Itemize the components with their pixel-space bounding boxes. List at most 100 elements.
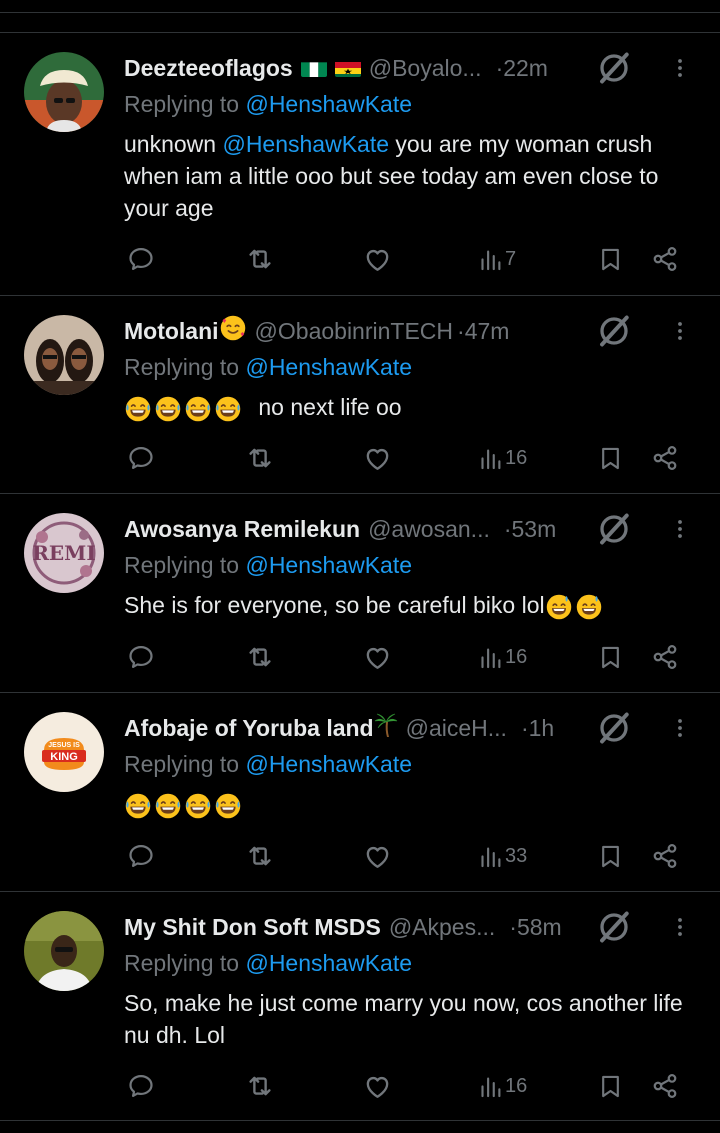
bookmark-button[interactable]	[597, 1066, 624, 1106]
replying-label: Replying to	[124, 354, 246, 380]
like-button[interactable]	[363, 637, 392, 677]
display-name[interactable]: Motolani	[124, 318, 219, 345]
joy-emoji-icon	[124, 792, 152, 820]
reply-button[interactable]	[127, 239, 155, 279]
mention-link[interactable]: @HenshawKate	[222, 131, 389, 157]
views-count: 16	[505, 1074, 528, 1097]
display-name[interactable]: My Shit Don Soft MSDS	[124, 914, 381, 941]
more-icon[interactable]	[668, 313, 692, 349]
replying-to: Replying to @HenshawKate	[124, 950, 412, 977]
display-name[interactable]: Afobaje of Yoruba land	[124, 715, 374, 742]
sweat-smile-emoji-icon	[575, 593, 603, 621]
tweet-text-part: unknown	[124, 131, 223, 157]
share-button[interactable]	[651, 836, 679, 876]
user-handle[interactable]: @aiceH...	[406, 715, 507, 742]
views-button[interactable]: 16	[478, 637, 527, 677]
more-icon[interactable]	[668, 511, 692, 547]
tweet-text: no next life oo	[124, 391, 704, 423]
grok-icon[interactable]	[596, 511, 632, 547]
bookmark-button[interactable]	[597, 239, 624, 279]
grok-icon[interactable]	[596, 710, 632, 746]
reply-tweet[interactable]: JESUS IS KING Afobaje of Yoruba land @ai…	[0, 693, 720, 891]
more-icon[interactable]	[668, 50, 692, 86]
like-button[interactable]	[363, 1066, 392, 1106]
like-button[interactable]	[363, 239, 392, 279]
reply-tweet[interactable]: Motolani @ObaobinrinTECH ·47m Replying t…	[0, 296, 720, 493]
user-handle[interactable]: @awosan...	[368, 516, 490, 543]
smiling-hearts-emoji-icon	[219, 314, 247, 348]
user-handle[interactable]: @Akpes...	[389, 914, 495, 941]
joy-emoji-icon	[184, 395, 212, 423]
retweet-button[interactable]	[245, 836, 275, 876]
like-icon	[363, 643, 392, 672]
bookmark-icon	[597, 644, 624, 671]
views-button[interactable]: 16	[478, 1066, 527, 1106]
sweat-smile-emoji-icon	[545, 593, 573, 621]
views-icon	[478, 843, 505, 870]
like-button[interactable]	[363, 836, 392, 876]
avatar[interactable]: REMI	[24, 513, 104, 593]
bookmark-button[interactable]	[597, 438, 624, 478]
share-button[interactable]	[651, 1066, 679, 1106]
share-button[interactable]	[651, 438, 679, 478]
more-icon[interactable]	[668, 909, 692, 945]
display-name[interactable]: Deezteeoflagos	[124, 55, 293, 82]
joy-emoji-icon	[184, 792, 212, 820]
timestamp[interactable]: ·58m	[509, 914, 561, 941]
reply-tweet[interactable]: Deezteeoflagos @Boyalo... ·22m Replying …	[0, 33, 720, 295]
reply-button[interactable]	[127, 637, 155, 677]
like-button[interactable]	[363, 438, 392, 478]
reply-button[interactable]	[127, 1066, 155, 1106]
user-handle[interactable]: @Boyalo...	[369, 55, 482, 82]
views-button[interactable]: 33	[478, 836, 527, 876]
mention-link[interactable]: @HenshawKate	[245, 354, 412, 380]
ghana-flag-icon	[334, 59, 361, 77]
timestamp[interactable]: ·53m	[504, 516, 556, 543]
grok-icon[interactable]	[596, 909, 632, 945]
replying-label: Replying to	[124, 950, 246, 976]
bookmark-button[interactable]	[597, 637, 624, 677]
retweet-icon	[245, 1071, 275, 1101]
timestamp[interactable]: ·22m	[496, 55, 548, 82]
mention-link[interactable]: @HenshawKate	[245, 751, 412, 777]
mention-link[interactable]: @HenshawKate	[245, 552, 412, 578]
more-icon[interactable]	[668, 710, 692, 746]
mention-link[interactable]: @HenshawKate	[245, 91, 412, 117]
share-icon	[651, 245, 679, 273]
display-name[interactable]: Awosanya Remilekun	[124, 516, 360, 543]
grok-icon[interactable]	[596, 313, 632, 349]
avatar[interactable]	[24, 52, 104, 132]
retweet-button[interactable]	[245, 239, 275, 279]
divider	[0, 12, 720, 13]
retweet-button[interactable]	[245, 1066, 275, 1106]
reply-tweet[interactable]: REMI Awosanya Remilekun @awosan... ·53m …	[0, 494, 720, 692]
reply-button[interactable]	[127, 438, 155, 478]
retweet-icon	[245, 841, 275, 871]
reply-icon	[127, 245, 155, 273]
timestamp[interactable]: ·1h	[521, 715, 554, 742]
tweet-text-part: no next life oo	[258, 394, 402, 420]
joy-emoji-icon	[214, 792, 242, 820]
share-button[interactable]	[651, 239, 679, 279]
views-button[interactable]: 7	[478, 239, 516, 279]
tweet-header: Afobaje of Yoruba land @aiceH... ·1h	[124, 711, 640, 745]
retweet-button[interactable]	[245, 637, 275, 677]
grok-icon[interactable]	[596, 50, 632, 86]
reply-button[interactable]	[127, 836, 155, 876]
timestamp[interactable]: ·47m	[457, 318, 509, 345]
share-button[interactable]	[651, 637, 679, 677]
mention-link[interactable]: @HenshawKate	[245, 950, 412, 976]
reply-tweet[interactable]: My Shit Don Soft MSDS @Akpes... ·58m Rep…	[0, 892, 720, 1120]
avatar[interactable]	[24, 911, 104, 991]
avatar[interactable]	[24, 315, 104, 395]
like-icon	[363, 245, 392, 274]
avatar[interactable]: JESUS IS KING	[24, 712, 104, 792]
retweet-button[interactable]	[245, 438, 275, 478]
user-handle[interactable]: @ObaobinrinTECH	[255, 318, 453, 345]
bookmark-icon	[597, 246, 624, 273]
tweet-header: My Shit Don Soft MSDS @Akpes... ·58m	[124, 910, 640, 944]
tweet-text: She is for everyone, so be careful biko …	[124, 589, 704, 621]
tweet-text	[124, 788, 704, 820]
bookmark-button[interactable]	[597, 836, 624, 876]
views-button[interactable]: 16	[478, 438, 527, 478]
